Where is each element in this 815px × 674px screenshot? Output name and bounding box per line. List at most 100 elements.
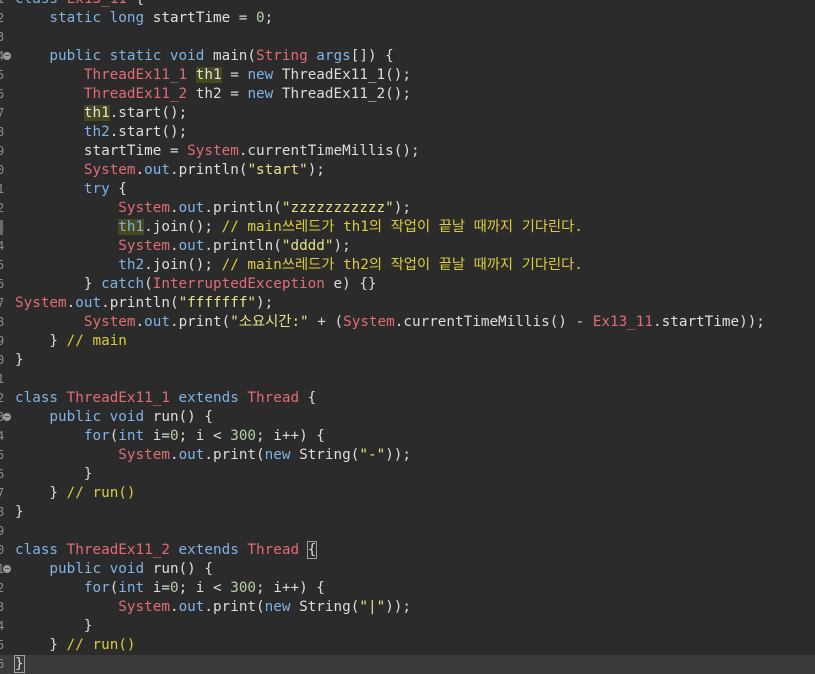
code-line[interactable]: 7 System.out.println("fffffff"); (0, 294, 815, 313)
code-line[interactable]: 8 System.out.print("소요시간:" + (System.cur… (0, 313, 815, 332)
code-token: public void (15, 561, 153, 577)
code-token: // main (66, 333, 127, 349)
code-line[interactable]: 5 } // run() (0, 636, 815, 655)
code-line[interactable]: 9 } // main (0, 332, 815, 351)
code-token: = (161, 143, 188, 159)
line-number: 2 (0, 201, 5, 215)
code-line[interactable]: 9 startTime = System.currentTimeMillis()… (0, 142, 815, 161)
code-line[interactable]: 5 th2.join(); // main쓰레드가 th2의 작업이 끝날 때까… (0, 256, 815, 275)
code-token: new (247, 86, 282, 102)
code-token: System (118, 238, 170, 254)
line-number: 4 (0, 239, 5, 253)
code-token: "start" (247, 162, 308, 178)
code-token: . (169, 200, 179, 216)
code-line[interactable]: 1− public void run() { (0, 560, 815, 579)
code-line[interactable]: 8} (0, 503, 815, 522)
code-token: } (15, 504, 24, 520)
code-line[interactable]: 0 class ThreadEx11_2 extends Thread { (0, 541, 815, 560)
code-line[interactable]: 2 static long startTime = 0; (0, 9, 815, 28)
code-line[interactable]: 4 } (0, 617, 815, 636)
code-editor[interactable]: 1class Ex13_11 {2 static long startTime … (0, 0, 815, 674)
code-line[interactable]: 2 for(int i=0; i < 300; i++) { (0, 579, 815, 598)
line-number: 2 (0, 11, 5, 25)
code-text: System.out.println("start"); (15, 161, 325, 180)
code-text: } // main (15, 332, 127, 351)
code-line[interactable]: 5 System.out.print(new String("-")); (0, 446, 815, 465)
code-line[interactable]: 4 for(int i=0; i < 300; i++) { (0, 427, 815, 446)
code-token: "|" (359, 599, 386, 615)
code-line[interactable]: 4 System.out.println("dddd"); (0, 237, 815, 256)
code-token: .start(); (109, 124, 188, 140)
code-token: class (15, 542, 67, 558)
code-token: ); (256, 295, 274, 311)
code-token: Ex13_11 (592, 314, 654, 330)
code-line[interactable]: 4− public static void main(String args[]… (0, 47, 815, 66)
code-line[interactable]: 0} (0, 351, 815, 370)
code-line[interactable]: 7 th1.start(); (0, 104, 815, 123)
fold-collapse-icon[interactable]: − (3, 565, 11, 573)
code-text: } // run() (15, 636, 135, 655)
code-text: } (15, 465, 93, 484)
code-token: i= (152, 428, 170, 444)
fold-collapse-icon[interactable]: − (3, 52, 11, 60)
line-number: 6 (0, 277, 5, 291)
code-token: th2 = (187, 86, 248, 102)
highlighted-occurrence: th1 (83, 105, 110, 121)
code-line[interactable]: 3 (0, 28, 815, 47)
code-text: } (15, 503, 24, 522)
code-token: Thread (247, 390, 300, 406)
code-token: .currentTimeMillis(); (238, 143, 420, 159)
line-number: 3 (0, 30, 5, 44)
code-token: String (256, 48, 308, 64)
code-token: ; i++) { (256, 580, 325, 596)
line-number: 7 (0, 296, 5, 310)
code-line[interactable]: 1 class Ex13_11 { (0, 0, 815, 9)
code-text: } // run() (15, 484, 135, 503)
code-text: th2.start(); (15, 123, 187, 142)
code-token: // main쓰레드가 th2의 작업이 끝날 때까지 기다린다. (221, 257, 583, 273)
code-line[interactable]: 6} (0, 655, 815, 674)
code-line[interactable]: 2 class ThreadEx11_1 extends Thread { (0, 389, 815, 408)
code-line[interactable]: 8 th2.start(); (0, 123, 815, 142)
fold-collapse-icon[interactable]: − (3, 413, 11, 421)
code-line[interactable]: 1 try { (0, 180, 815, 199)
line-number: 5 (0, 258, 5, 272)
code-token: new (247, 67, 282, 83)
line-number: 9 (0, 524, 5, 538)
line-number: 4 (0, 619, 5, 633)
line-number: 8 (0, 315, 5, 329)
code-line[interactable]: 3− public void run() { (0, 408, 815, 427)
code-line[interactable]: 2 System.out.println("zzzzzzzzzzz"); (0, 199, 815, 218)
code-token: = (230, 10, 257, 26)
code-line[interactable]: 3 System.out.print(new String("|")); (0, 598, 815, 617)
code-line[interactable]: 6 } catch(InterruptedException e) {} (0, 275, 815, 294)
code-token: . (135, 314, 145, 330)
code-token: String( (299, 599, 360, 615)
code-line[interactable]: 7 } // run() (0, 484, 815, 503)
code-token: { (127, 0, 145, 7)
code-token: new (264, 447, 300, 463)
highlighted-occurrence: th1 (118, 219, 145, 235)
code-token: . (169, 447, 179, 463)
code-line[interactable]: 6 } (0, 465, 815, 484)
code-line[interactable]: 1 (0, 370, 815, 389)
code-line[interactable]: 9 (0, 522, 815, 541)
code-line[interactable]: 6 ThreadEx11_2 th2 = new ThreadEx11_2(); (0, 85, 815, 104)
code-token: out (178, 200, 205, 216)
code-line[interactable]: 3 th1.join(); // main쓰레드가 th1의 작업이 끝날 때까… (0, 218, 815, 237)
line-number: 9 (0, 334, 5, 348)
code-token: System (118, 200, 170, 216)
code-token: ; i < (178, 580, 231, 596)
code-token: startTime (661, 314, 740, 330)
code-token: 300 (230, 580, 257, 596)
line-number: 6 (0, 657, 5, 671)
code-token: int (118, 428, 153, 444)
code-line[interactable]: 0 System.out.println("start"); (0, 161, 815, 180)
line-number: 9 (0, 144, 5, 158)
code-line[interactable]: 5 ThreadEx11_1 th1 = new ThreadEx11_1(); (0, 66, 815, 85)
line-number: 6 (0, 87, 5, 101)
code-token: static long (15, 10, 153, 26)
code-text: static long startTime = 0; (15, 9, 273, 28)
code-token: .start(); (109, 105, 188, 121)
